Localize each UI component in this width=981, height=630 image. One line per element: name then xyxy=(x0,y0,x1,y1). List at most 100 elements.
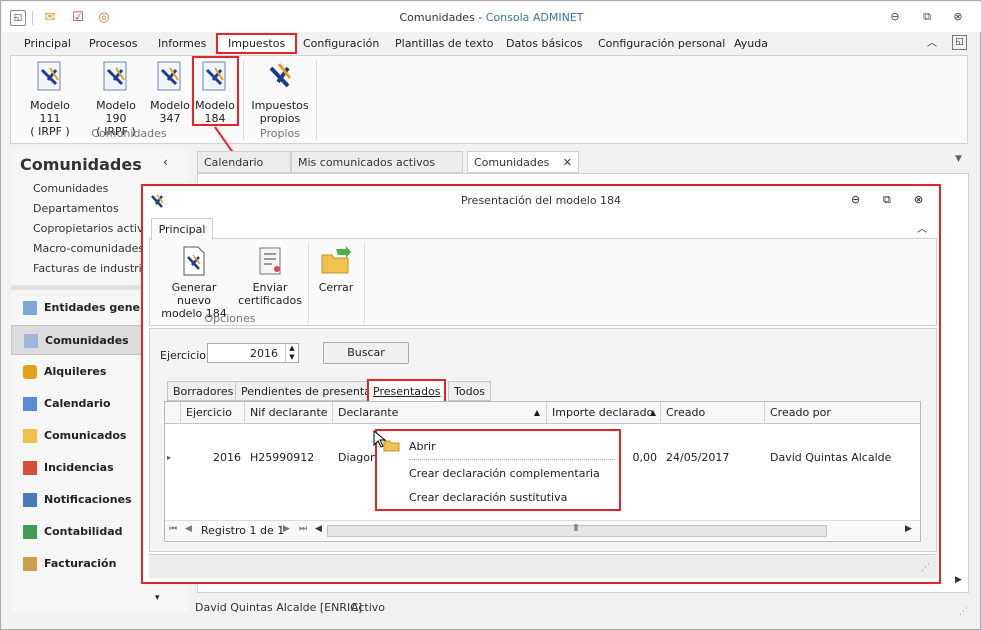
resize-grip-icon[interactable]: ⋰ xyxy=(921,563,930,573)
ctx-sustitutiva[interactable]: Crear declaración sustitutiva xyxy=(409,491,567,504)
filter-tab-pendientes[interactable]: Pendientes de presentar xyxy=(235,381,382,401)
tab-mis-comunicados[interactable]: Mis comunicados activos xyxy=(291,151,463,173)
nav-section-label: Facturación xyxy=(44,557,117,570)
collapse-ribbon-icon[interactable]: ︿ xyxy=(927,33,937,53)
col-ejercicio[interactable]: Ejercicio xyxy=(181,402,245,424)
scroll-left-icon[interactable]: ◀ xyxy=(315,524,322,534)
modelo-347-button[interactable]: Modelo 347 xyxy=(149,60,191,125)
menu-impuestos[interactable]: Impuestos xyxy=(216,33,298,54)
arrows-icon xyxy=(23,493,37,507)
nav-section-label: Alquileres xyxy=(44,365,107,378)
buscar-button[interactable]: Buscar xyxy=(323,342,409,364)
menu-bar: Principal Procesos Informes Impuestos Co… xyxy=(2,33,981,55)
generar-modelo-button[interactable]: Generar nuevo modelo 184 xyxy=(154,245,234,320)
app-logo-small-icon[interactable]: ◱ xyxy=(952,35,967,50)
enviar-line2: certificados xyxy=(238,294,302,307)
horizontal-scrollbar[interactable]: ⦀ xyxy=(327,524,827,537)
filter-tab-borradores[interactable]: Borradores xyxy=(167,381,240,401)
nav-link-comunidades[interactable]: Comunidades xyxy=(33,182,108,195)
filter-tab-presentados[interactable]: Presentados xyxy=(367,379,447,403)
menu-principal[interactable]: Principal xyxy=(24,33,71,53)
prev-record-icon[interactable]: ◀ xyxy=(185,524,192,534)
nav-link-departamentos[interactable]: Departamentos xyxy=(33,202,119,215)
close-tab-icon[interactable]: ✕ xyxy=(563,152,572,174)
nav-more-icon[interactable]: ▾ xyxy=(155,593,160,603)
modelo-184-highlight xyxy=(192,56,239,126)
col-declarante-label: Declarante xyxy=(338,406,399,419)
dialog-tab-principal[interactable]: Principal xyxy=(151,218,213,240)
tab-comunidades[interactable]: Comunidades ✕ xyxy=(467,151,579,173)
cerrar-button[interactable]: Cerrar xyxy=(312,245,360,294)
sort-asc-icon: ▲ xyxy=(533,408,540,417)
ejercicio-stepper[interactable]: 2016 ▲ ▼ xyxy=(207,343,299,363)
impuestos-propios-line1: Impuestos xyxy=(251,99,309,112)
col-creado-por[interactable]: Creado por xyxy=(765,402,920,424)
status-state: Activo xyxy=(351,601,385,614)
cell-creado-por: David Quintas Alcalde xyxy=(770,451,892,464)
folder-exit-icon xyxy=(321,246,351,274)
cerrar-label: Cerrar xyxy=(318,281,354,294)
modelo-347-line2: 347 xyxy=(159,112,181,125)
modelo-184-dialog: Presentación del modelo 184 ⊖ ⧉ ⊗ Genera… xyxy=(141,184,941,584)
enviar-certificados-button[interactable]: Enviar certificados xyxy=(236,245,304,307)
menu-configuracion-personal[interactable]: Configuración personal xyxy=(598,33,725,53)
dialog-minimize-button[interactable]: ⊖ xyxy=(851,193,860,206)
record-counter: Registro 1 de 1 xyxy=(201,524,285,537)
dialog-ribbon: Generar nuevo modelo 184 Enviar certificad… xyxy=(149,238,937,326)
col-importe[interactable]: Importe declarado ▲ xyxy=(547,402,661,424)
table-icon xyxy=(23,301,37,315)
tab-calendario[interactable]: Calendario xyxy=(197,151,291,173)
tab-comunidades-label: Comunidades xyxy=(474,156,550,169)
menu-informes[interactable]: Informes xyxy=(158,33,206,53)
ctx-complementaria[interactable]: Crear declaración complementaria xyxy=(409,467,600,480)
nav-section-label: Comunidades xyxy=(45,334,129,347)
dialog-footer: ⋰ xyxy=(149,554,937,578)
modelo-111-line1: Modelo 111 xyxy=(30,99,70,125)
nav-link-macro[interactable]: Macro-comunidades xyxy=(33,242,144,255)
dialog-restore-button[interactable]: ⧉ xyxy=(883,193,891,207)
tab-list-icon[interactable]: ▼ xyxy=(955,154,962,164)
ribbon-separator xyxy=(316,60,317,140)
col-declarante[interactable]: Declarante ▲ xyxy=(333,402,547,424)
menu-configuracion[interactable]: Configuración xyxy=(303,33,379,53)
new-tax-doc-icon xyxy=(183,246,205,276)
dialog-collapse-ribbon-icon[interactable]: ︿ xyxy=(917,220,927,235)
first-record-icon[interactable]: ⏮ xyxy=(169,524,177,534)
spin-arrows-icon[interactable]: ▲ ▼ xyxy=(285,344,298,362)
scroll-right-icon[interactable]: ▶ xyxy=(955,575,962,585)
tax-agency-logo-icon xyxy=(151,194,164,208)
grid-pager: ⏮ ◀ Registro 1 de 1 ▶ ⏭ ◀ ⦀ ▶ xyxy=(165,520,920,540)
ctx-abrir[interactable]: Abrir xyxy=(409,440,436,453)
tax-agency-logo-icon xyxy=(269,63,292,88)
tax-agency-doc-icon xyxy=(157,61,181,91)
next-record-icon[interactable]: ▶ xyxy=(283,524,290,534)
dialog-close-button[interactable]: ⊗ xyxy=(914,193,923,206)
mail-icon xyxy=(23,429,37,443)
ejercicio-label: Ejercicio: xyxy=(160,349,210,362)
scroll-right-icon[interactable]: ▶ xyxy=(905,524,912,534)
building-icon xyxy=(24,334,38,348)
menu-datos-basicos[interactable]: Datos básicos xyxy=(506,33,583,53)
collapse-nav-icon[interactable]: ‹ xyxy=(163,155,168,169)
col-nif[interactable]: Nif declarante xyxy=(245,402,333,424)
menu-ayuda[interactable]: Ayuda xyxy=(734,33,768,53)
nav-section-label: Incidencias xyxy=(44,461,114,474)
menu-procesos[interactable]: Procesos xyxy=(89,33,137,53)
menu-plantillas[interactable]: Plantillas de texto xyxy=(395,33,494,53)
nav-section-label: Contabilidad xyxy=(44,525,123,538)
window-title: Comunidades - Consola ADMINET xyxy=(2,11,981,24)
close-button[interactable]: ⊗ xyxy=(949,9,967,25)
invoice-icon xyxy=(23,557,37,571)
col-creado[interactable]: Creado xyxy=(661,402,765,424)
minimize-button[interactable]: ⊖ xyxy=(886,9,904,25)
nav-link-copropietarios[interactable]: Copropietarios activos xyxy=(33,222,156,235)
scroll-grip-icon: ⦀ xyxy=(574,524,578,534)
restore-button[interactable]: ⧉ xyxy=(918,9,936,25)
impuestos-propios-button[interactable]: Impuestos propios xyxy=(249,60,311,125)
filter-tab-todos[interactable]: Todos xyxy=(448,381,492,401)
status-resize-grip-icon[interactable]: ⋰ xyxy=(959,602,968,622)
ctx-divider xyxy=(409,459,615,460)
cell-nif: H25990912 xyxy=(250,451,315,464)
last-record-icon[interactable]: ⏭ xyxy=(299,524,307,534)
tax-agency-doc-icon xyxy=(103,61,127,91)
